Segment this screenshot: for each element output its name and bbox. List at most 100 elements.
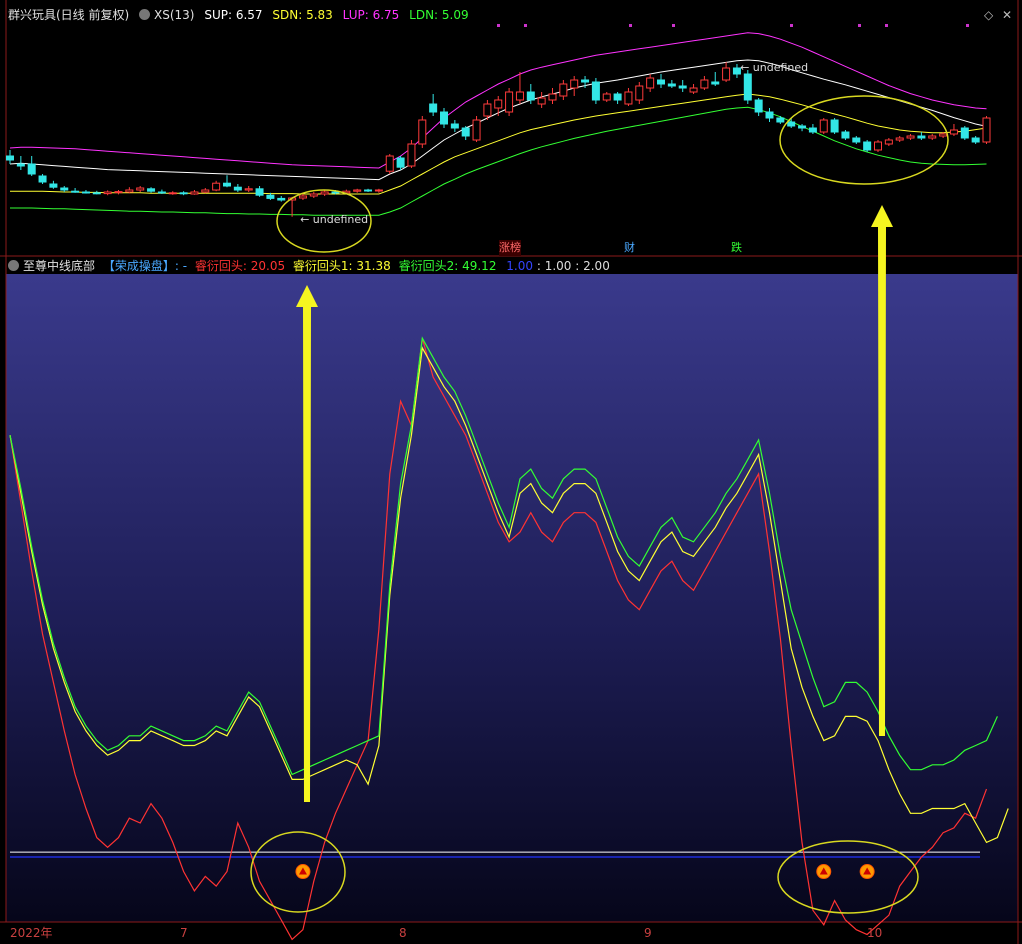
candle-body xyxy=(298,195,307,199)
candle-body xyxy=(92,192,101,195)
event-marker-dot xyxy=(858,24,861,27)
candle-body xyxy=(526,91,535,101)
candle-body xyxy=(798,125,807,129)
chart-canvas: ← undefined ← undefined xyxy=(0,0,1022,944)
x-axis-label-year: 2022年 xyxy=(10,926,53,940)
settings-circle-icon[interactable] xyxy=(8,260,19,271)
event-marker-dot xyxy=(966,24,969,27)
candle-body xyxy=(982,117,991,143)
candle-body xyxy=(38,175,47,183)
indicator-name[interactable]: XS(13) xyxy=(154,8,194,22)
candle-body xyxy=(787,121,796,127)
candle-body xyxy=(895,137,904,141)
indicator-title[interactable]: 至尊中线底部 xyxy=(23,259,95,273)
indicator-value-yellow: 睿衍回头1: 31.38 xyxy=(292,259,391,273)
bottom-panel-header: 至尊中线底部 【荣成操盘】: - 睿衍回头: 20.05 睿衍回头1: 31.3… xyxy=(8,258,610,274)
event-marker-dot xyxy=(885,24,888,27)
candle-body xyxy=(689,87,698,93)
candle-body xyxy=(559,83,568,97)
candle-body xyxy=(374,189,383,192)
candle-body xyxy=(722,67,731,81)
candle-body xyxy=(309,193,318,197)
candle-body xyxy=(906,135,915,139)
candle-body xyxy=(168,192,177,195)
candle-body xyxy=(765,111,774,119)
x-axis-label-sep: 9 xyxy=(644,926,652,940)
indicator-value-sup: SUP: 6.57 xyxy=(204,8,263,22)
indicator-panel-background xyxy=(6,274,1018,922)
candle-body xyxy=(450,123,459,129)
candle-body xyxy=(711,81,720,85)
candle-body xyxy=(385,155,394,172)
highlight-ellipse-right xyxy=(779,95,949,185)
candle-body xyxy=(320,191,329,195)
candle-body xyxy=(233,186,242,191)
high-price-label: ← undefined xyxy=(740,61,808,74)
candle-body xyxy=(646,77,655,89)
indicator-value-green: 睿衍回头2: 49.12 xyxy=(398,259,497,273)
candle-body xyxy=(49,183,58,188)
candle-body xyxy=(776,117,785,123)
indicator-value-ref2: : 2.00 xyxy=(575,259,610,273)
candle-body xyxy=(602,93,611,101)
candle-body xyxy=(819,119,828,133)
candle-body xyxy=(591,81,600,101)
candle-body xyxy=(255,188,264,196)
candle-body xyxy=(190,191,199,195)
candle-body xyxy=(353,189,362,192)
top-panel-header: 群兴玩具(日线 前复权) XS(13) SUP: 6.57 SDN: 5.83 … xyxy=(8,7,469,23)
indicator-value-lup: LUP: 6.75 xyxy=(342,8,400,22)
candle-body xyxy=(971,137,980,143)
candle-body xyxy=(103,191,112,195)
candle-body xyxy=(461,127,470,137)
indicator-value-red: 睿衍回头: 20.05 xyxy=(194,259,286,273)
settings-circle-icon[interactable] xyxy=(139,9,151,20)
candle-body xyxy=(657,79,665,85)
candle-body xyxy=(27,163,36,175)
candle-body xyxy=(331,191,340,194)
diamond-icon[interactable]: ◇ xyxy=(984,7,993,23)
candle-body xyxy=(418,119,427,145)
event-badge-finance[interactable]: 财 xyxy=(624,240,635,256)
event-marker-dot xyxy=(790,24,793,27)
x-axis-label-jul: 7 xyxy=(180,926,188,940)
candle-body xyxy=(830,119,839,133)
candle-body xyxy=(472,119,481,141)
candle-body xyxy=(483,103,492,117)
indicator-value-blue: 1.00 xyxy=(506,259,534,273)
candle-body xyxy=(624,91,633,105)
candle-body xyxy=(114,191,123,194)
candle-body xyxy=(6,155,14,161)
candle-body xyxy=(917,135,926,139)
candle-body xyxy=(201,189,210,193)
candle-body xyxy=(700,79,709,89)
candle-body xyxy=(266,194,275,199)
candle-body xyxy=(852,137,861,143)
candle-body xyxy=(157,191,166,194)
candle-body xyxy=(678,85,687,89)
candle-body xyxy=(81,191,90,194)
candle-body xyxy=(863,141,872,151)
candle-body xyxy=(147,188,156,192)
indicator-value-ref1: : 1.00 xyxy=(536,259,572,273)
candle-body xyxy=(570,79,579,89)
indicator-value-sdn: SDN: 5.83 xyxy=(272,8,333,22)
candle-body xyxy=(537,97,546,105)
event-badge-down[interactable]: 跌 xyxy=(731,240,742,256)
stock-title: 群兴玩具(日线 前复权) xyxy=(8,8,130,22)
event-marker-dot xyxy=(524,24,527,27)
candle-body xyxy=(136,187,145,191)
candle-body xyxy=(429,103,438,113)
candle-body xyxy=(505,91,514,113)
candle-body xyxy=(581,79,590,83)
x-axis-label-aug: 8 xyxy=(399,926,407,940)
candle-body xyxy=(743,73,752,101)
candle-body xyxy=(440,111,448,125)
event-badge-up[interactable]: 涨榜 xyxy=(499,240,521,256)
candle-body xyxy=(60,187,69,191)
candle-body xyxy=(364,189,373,192)
candle-body xyxy=(960,127,969,139)
event-marker-dot xyxy=(672,24,675,27)
candle-body xyxy=(884,139,893,145)
close-icon[interactable]: ✕ xyxy=(1002,7,1012,23)
